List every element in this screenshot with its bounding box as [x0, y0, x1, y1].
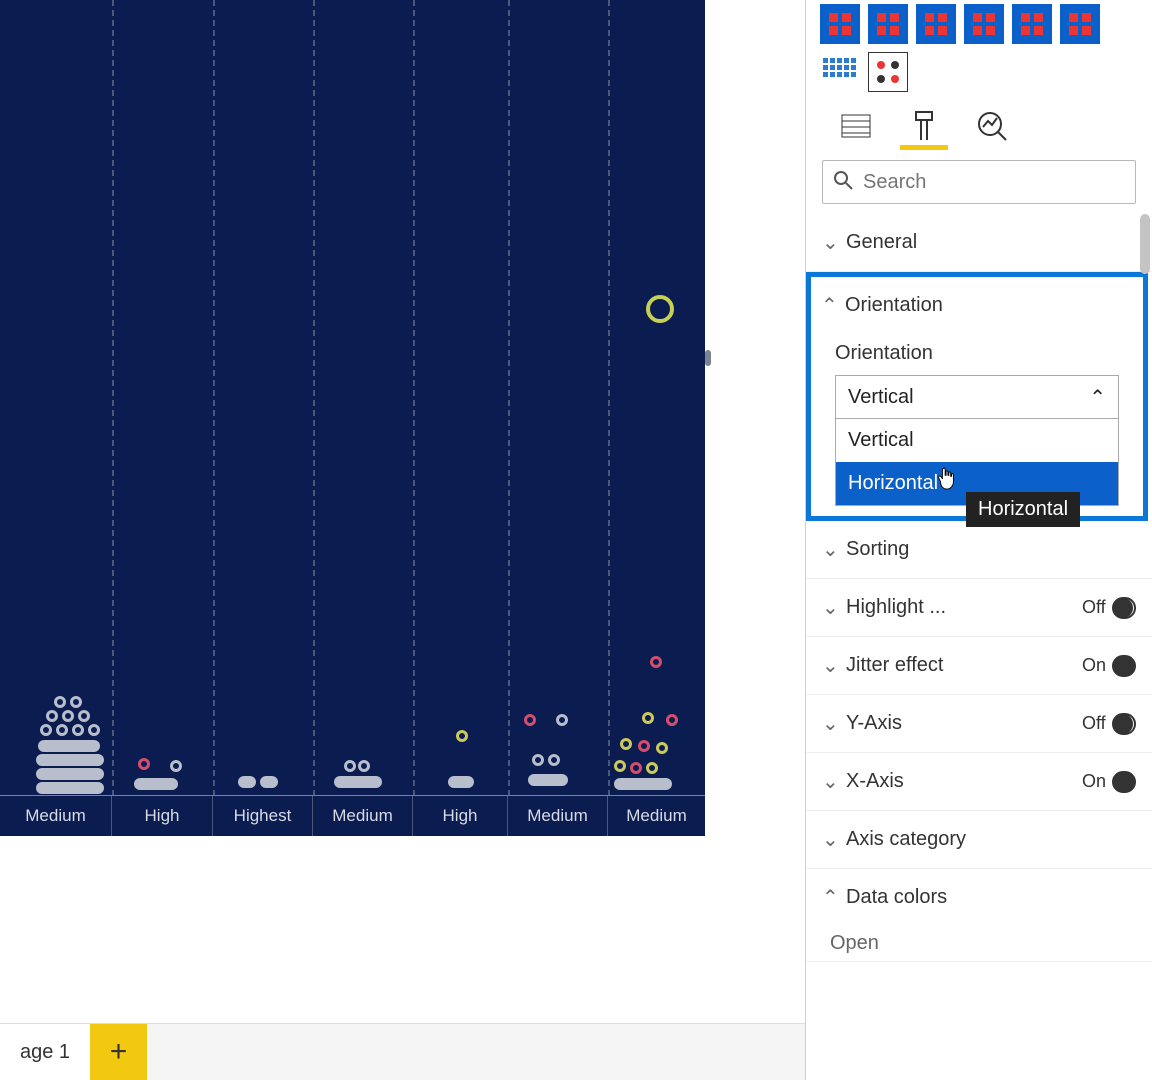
fields-tab[interactable] [836, 106, 876, 146]
strip-plot-visual[interactable]: Medium High Highest Medium High Medium M… [0, 0, 705, 836]
chevron-up-icon: ⌃ [821, 293, 835, 318]
section-orientation[interactable]: ⌃ Orientation [811, 277, 1143, 334]
x-label: Highest [213, 796, 313, 836]
x-label: High [413, 796, 508, 836]
orientation-selected-value: Vertical [848, 386, 914, 409]
chevron-down-icon: ⌄ [822, 769, 836, 794]
format-search[interactable] [822, 160, 1136, 204]
chevron-down-icon: ⌄ [822, 653, 836, 678]
visual-scrollbar[interactable] [705, 0, 711, 836]
section-jitter[interactable]: ⌄ Jitter effect On [806, 637, 1152, 694]
page-tab[interactable]: age 1 [0, 1024, 90, 1080]
yaxis-toggle[interactable]: Off [1082, 713, 1136, 735]
orientation-field-label: Orientation [811, 334, 1143, 375]
x-axis-labels: Medium High Highest Medium High Medium M… [0, 796, 705, 836]
section-label: Sorting [846, 538, 909, 561]
orientation-tooltip: Horizontal [966, 492, 1080, 527]
custom-visual-icon[interactable] [820, 52, 860, 92]
orientation-dropdown: Vertical Horizontal Horizontal [835, 419, 1119, 506]
chart-gridlines [0, 0, 705, 796]
section-label: General [846, 231, 917, 254]
section-orientation-highlight: ⌃ Orientation Orientation Vertical ⌃ Ver… [806, 272, 1148, 521]
x-label: Medium [608, 796, 705, 836]
jitter-toggle[interactable]: On [1082, 655, 1136, 677]
section-label: Jitter effect [846, 654, 943, 677]
format-tab[interactable] [904, 106, 944, 146]
custom-visual-icon[interactable] [868, 4, 908, 44]
section-label: Orientation [845, 294, 943, 317]
section-label: Data colors [846, 886, 947, 909]
visual-type-gallery [806, 0, 1152, 100]
x-label: Medium [508, 796, 608, 836]
visualizations-pane: ⌄ General ⌃ Orientation Orientation Vert… [805, 0, 1152, 1080]
section-x-axis[interactable]: ⌄ X-Axis On [806, 753, 1152, 810]
custom-visual-icon[interactable] [1060, 4, 1100, 44]
page-tabs: age 1 + [0, 1023, 805, 1080]
add-page-button[interactable]: + [90, 1024, 147, 1080]
x-label: High [112, 796, 213, 836]
section-general[interactable]: ⌄ General [806, 214, 1152, 271]
search-input[interactable] [863, 171, 1128, 194]
pane-scrollbar[interactable] [1140, 214, 1150, 1080]
chart-point-outlier[interactable] [646, 295, 674, 323]
chart-point[interactable] [650, 656, 662, 668]
highlight-toggle[interactable]: Off [1082, 597, 1136, 619]
section-y-axis[interactable]: ⌄ Y-Axis Off [806, 695, 1152, 752]
section-label: Axis category [846, 828, 966, 851]
report-canvas[interactable]: Medium High Highest Medium High Medium M… [0, 0, 805, 838]
format-pane-tabs [806, 100, 1152, 146]
chart-cluster [36, 696, 106, 796]
xaxis-toggle[interactable]: On [1082, 771, 1136, 793]
chevron-down-icon: ⌄ [822, 230, 836, 255]
custom-visual-icon[interactable] [868, 52, 908, 92]
section-highlight[interactable]: ⌄ Highlight ... Off [806, 579, 1152, 636]
report-canvas-wrap: Medium High Highest Medium High Medium M… [0, 0, 805, 1080]
section-data-colors[interactable]: ⌃ Data colors [806, 869, 1152, 926]
chevron-up-icon: ⌃ [1089, 385, 1106, 410]
cursor-hand-icon [936, 466, 958, 492]
custom-visual-icon[interactable] [916, 4, 956, 44]
orientation-option-vertical[interactable]: Vertical [836, 419, 1118, 462]
chevron-down-icon: ⌄ [822, 711, 836, 736]
data-colors-item: Open [806, 926, 1152, 961]
custom-visual-icon[interactable] [820, 4, 860, 44]
section-label: Highlight ... [846, 596, 946, 619]
section-axis-category[interactable]: ⌄ Axis category [806, 811, 1152, 868]
chevron-up-icon: ⌃ [822, 885, 836, 910]
orientation-option-horizontal[interactable]: Horizontal Horizontal [836, 462, 1118, 505]
search-icon [833, 170, 853, 195]
x-label: Medium [313, 796, 413, 836]
section-label: X-Axis [846, 770, 904, 793]
custom-visual-icon[interactable] [1012, 4, 1052, 44]
orientation-select[interactable]: Vertical ⌃ [835, 375, 1119, 419]
chevron-down-icon: ⌄ [822, 827, 836, 852]
chevron-down-icon: ⌄ [822, 595, 836, 620]
x-label: Medium [0, 796, 112, 836]
section-label: Y-Axis [846, 712, 902, 735]
chevron-down-icon: ⌄ [822, 537, 836, 562]
custom-visual-icon[interactable] [964, 4, 1004, 44]
format-sections-scroll[interactable]: ⌄ General ⌃ Orientation Orientation Vert… [806, 214, 1152, 1080]
analytics-tab[interactable] [972, 106, 1012, 146]
section-sorting[interactable]: ⌄ Sorting [806, 521, 1152, 578]
